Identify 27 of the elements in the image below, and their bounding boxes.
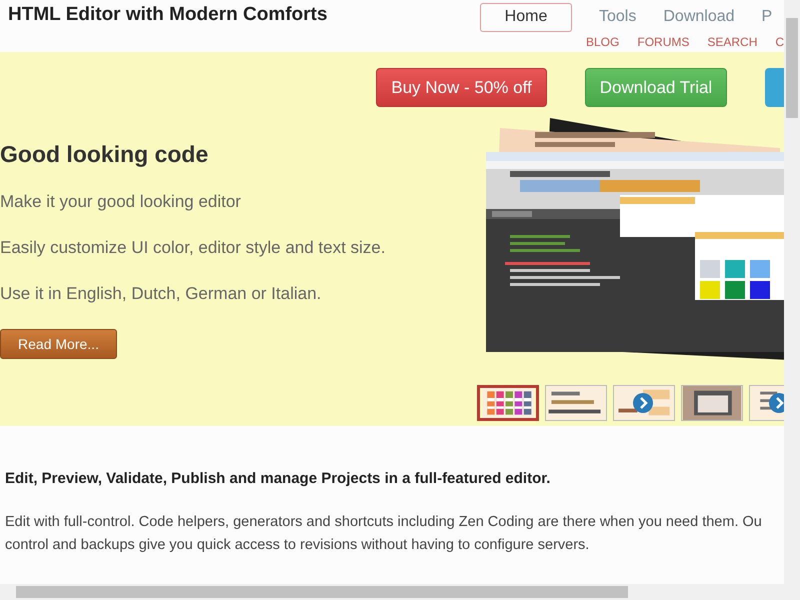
hero-heading: Good looking code bbox=[0, 141, 210, 168]
body-text: control and backups give you quick access to revisions without having to configure servers. bbox=[5, 536, 590, 555]
download-button[interactable]: Download Trial bbox=[585, 68, 727, 107]
thumbnail[interactable] bbox=[477, 385, 539, 421]
nav-link[interactable]: Download bbox=[663, 8, 735, 26]
nav-link[interactable]: Home bbox=[480, 2, 572, 32]
scrollbar-thumb[interactable] bbox=[16, 586, 628, 598]
section-heading: Edit, Preview, Validate, Publish and manage Projects in a full-featured editor. bbox=[5, 470, 552, 487]
nav-link[interactable]: Tools bbox=[599, 8, 636, 26]
subnav-link[interactable]: SEARCH bbox=[707, 35, 758, 49]
subnav-link[interactable]: FORUMS bbox=[637, 35, 690, 49]
feature-text: Easily customize UI color, editor style and text size. bbox=[0, 238, 386, 258]
subnav-link[interactable]: C bbox=[775, 35, 784, 49]
thumbnail[interactable] bbox=[681, 385, 743, 421]
scrollbar-thumb[interactable] bbox=[786, 18, 798, 118]
horizontal-scrollbar[interactable] bbox=[0, 584, 784, 600]
thumbnail[interactable] bbox=[545, 385, 607, 421]
nav-link[interactable]: P bbox=[762, 8, 772, 26]
buy-button[interactable]: Buy Now - 50% off bbox=[376, 68, 547, 107]
next-arrow-icon[interactable] bbox=[769, 393, 784, 413]
feature-text: Use it in English, Dutch, German or Italian. bbox=[0, 284, 322, 304]
read-more-button[interactable]: Read More... bbox=[0, 329, 117, 359]
feature-text: Make it your good looking editor bbox=[0, 192, 242, 212]
subnav-link[interactable]: BLOG bbox=[586, 35, 620, 49]
vertical-scrollbar[interactable] bbox=[784, 0, 800, 584]
body-text: Edit with full-control. Code helpers, generators and shortcuts including Zen Coding are there when you need them. Ou bbox=[5, 513, 763, 532]
site-title: HTML Editor with Modern Comforts bbox=[7, 3, 328, 27]
